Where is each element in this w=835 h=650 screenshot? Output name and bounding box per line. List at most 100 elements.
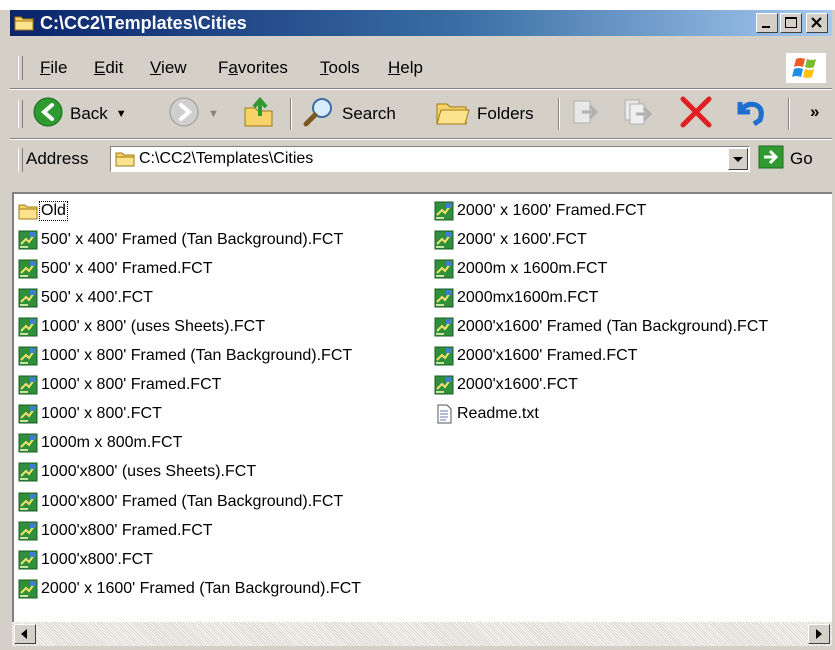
file-name: 2000mx1600m.FCT	[457, 288, 599, 306]
file-name: 1000' x 800' Framed.FCT	[41, 376, 222, 394]
file-item[interactable]: 2000' x 1600' Framed.FCT	[434, 196, 647, 225]
windows-logo-icon	[786, 53, 826, 83]
go-label: Go	[790, 149, 813, 168]
up-folder-icon	[242, 96, 276, 133]
file-list[interactable]: Old 500' x 400' Framed (Tan Background).F…	[12, 192, 832, 622]
file-item[interactable]: 2000'x1600' Framed.FCT	[434, 342, 638, 371]
scroll-left-button[interactable]	[14, 624, 36, 644]
title-bar[interactable]: C:\CC2\Templates\Cities	[10, 10, 832, 36]
map-file-icon	[434, 375, 454, 395]
map-file-icon	[18, 404, 38, 424]
file-item[interactable]: Old	[18, 196, 68, 225]
file-name: Old	[39, 200, 68, 221]
toolbar-overflow-chevron[interactable]: »	[810, 96, 819, 128]
file-item[interactable]: 1000' x 800' Framed.FCT	[18, 371, 222, 400]
map-file-icon	[18, 259, 38, 279]
search-icon	[302, 96, 336, 133]
file-name: 1000m x 800m.FCT	[41, 434, 183, 452]
file-item[interactable]: 1000m x 800m.FCT	[18, 429, 183, 458]
file-name: 2000' x 1600' Framed (Tan Background).FC…	[41, 579, 362, 597]
toolbar-grip[interactable]	[18, 56, 23, 80]
close-button[interactable]	[806, 13, 828, 33]
minimize-button[interactable]	[756, 13, 778, 33]
back-button[interactable]: Back ▼	[32, 96, 127, 133]
window-title: C:\CC2\Templates\Cities	[40, 13, 247, 33]
horizontal-scrollbar[interactable]	[12, 622, 832, 646]
copy-to-icon	[622, 96, 654, 133]
address-dropdown-button[interactable]	[728, 148, 748, 170]
file-item[interactable]: 1000' x 800' (uses Sheets).FCT	[18, 312, 266, 341]
file-item[interactable]: 500' x 400'.FCT	[18, 283, 154, 312]
explorer-window: C:\CC2\Templates\Cities File Edit View F…	[0, 10, 835, 650]
map-file-icon	[18, 317, 38, 337]
folder-icon	[18, 201, 38, 221]
file-item[interactable]: 500' x 400' Framed.FCT	[18, 254, 214, 283]
map-file-icon	[434, 346, 454, 366]
delete-icon	[678, 96, 714, 133]
file-item[interactable]: Readme.txt	[434, 400, 540, 429]
address-label: Address	[26, 149, 89, 168]
chevron-down-icon[interactable]: ▼	[208, 108, 219, 120]
back-arrow-icon	[32, 96, 64, 133]
menu-favorites[interactable]: Favorites	[218, 58, 288, 78]
up-folder-button[interactable]	[242, 96, 276, 133]
file-item[interactable]: 2000'x1600' Framed (Tan Background).FCT	[434, 312, 769, 341]
back-label: Back	[70, 104, 108, 123]
file-name: 1000'x800'.FCT	[41, 550, 153, 568]
file-item[interactable]: 1000' x 800'.FCT	[18, 400, 163, 429]
forward-button[interactable]: ▼	[168, 97, 219, 130]
file-item[interactable]: 1000'x800' (uses Sheets).FCT	[18, 458, 257, 487]
map-file-icon	[18, 521, 38, 541]
menu-help[interactable]: Help	[388, 58, 423, 78]
menu-view[interactable]: View	[150, 58, 187, 78]
folders-icon	[435, 96, 471, 133]
menu-tools[interactable]: Tools	[320, 58, 360, 78]
file-name: 2000m x 1600m.FCT	[457, 259, 608, 277]
search-label: Search	[342, 104, 396, 123]
chevron-down-icon[interactable]: ▼	[116, 108, 127, 120]
delete-button[interactable]	[678, 96, 714, 133]
file-item[interactable]: 2000mx1600m.FCT	[434, 283, 599, 312]
toolbar-grip[interactable]	[18, 148, 23, 172]
map-file-icon	[18, 492, 38, 512]
divider	[10, 138, 832, 140]
file-name: 1000'x800' Framed (Tan Background).FCT	[41, 492, 344, 510]
standard-toolbar: Back ▼ ▼ Search Folders »	[10, 92, 832, 136]
file-name: 2000' x 1600'.FCT	[457, 230, 587, 248]
file-item[interactable]: 1000'x800'.FCT	[18, 545, 154, 574]
maximize-button[interactable]	[780, 13, 802, 33]
map-file-icon	[434, 259, 454, 279]
undo-button[interactable]	[732, 98, 768, 130]
file-item[interactable]: 1000' x 800' Framed (Tan Background).FCT	[18, 342, 353, 371]
toolbar-grip[interactable]	[18, 100, 23, 128]
map-file-icon	[18, 550, 38, 570]
go-arrow-icon	[758, 145, 784, 174]
map-file-icon	[18, 579, 38, 599]
file-item[interactable]: 2000m x 1600m.FCT	[434, 254, 608, 283]
address-input[interactable]: C:\CC2\Templates\Cities	[110, 146, 750, 172]
file-name: 500' x 400' Framed (Tan Background).FCT	[41, 230, 344, 248]
file-item[interactable]: 500' x 400' Framed (Tan Background).FCT	[18, 225, 344, 254]
file-item[interactable]: 2000' x 1600' Framed (Tan Background).FC…	[18, 574, 362, 603]
go-button[interactable]: Go	[758, 145, 813, 174]
map-file-icon	[434, 288, 454, 308]
map-file-icon	[18, 375, 38, 395]
map-file-icon	[18, 433, 38, 453]
move-to-button[interactable]	[570, 98, 602, 130]
scroll-right-button[interactable]	[808, 624, 830, 644]
file-name: 1000' x 800'.FCT	[41, 405, 162, 423]
file-name: 500' x 400' Framed.FCT	[41, 259, 213, 277]
menu-file[interactable]: File	[40, 58, 67, 78]
file-item[interactable]: 1000'x800' Framed (Tan Background).FCT	[18, 487, 344, 516]
copy-to-button[interactable]	[622, 98, 654, 130]
menu-bar: File Edit View Favorites Tools Help	[10, 50, 832, 86]
folders-button[interactable]: Folders	[435, 98, 534, 130]
file-item[interactable]: 2000' x 1600'.FCT	[434, 225, 588, 254]
map-file-icon	[18, 462, 38, 482]
map-file-icon	[434, 317, 454, 337]
search-button[interactable]: Search	[302, 96, 396, 133]
file-item[interactable]: 1000'x800' Framed.FCT	[18, 516, 214, 545]
file-item[interactable]: 2000'x1600'.FCT	[434, 371, 579, 400]
file-name: Readme.txt	[457, 405, 539, 423]
menu-edit[interactable]: Edit	[94, 58, 123, 78]
